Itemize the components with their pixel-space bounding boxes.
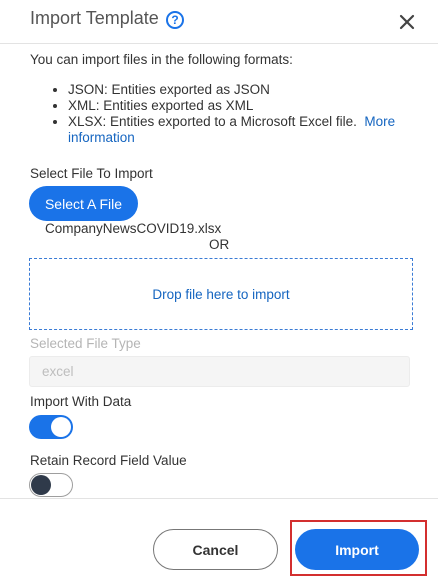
cancel-button[interactable]: Cancel — [153, 529, 278, 570]
toggle-knob — [31, 475, 51, 495]
file-type-label: Selected File Type — [30, 336, 141, 351]
dialog-header: Import Template ? — [0, 0, 438, 44]
footer-divider — [0, 498, 438, 499]
format-xlsx: XLSX: Entities exported to a Microsoft E… — [68, 114, 424, 146]
file-dropzone[interactable]: Drop file here to import — [29, 258, 413, 330]
close-icon[interactable] — [397, 12, 417, 32]
retain-record-toggle[interactable] — [29, 473, 73, 497]
select-file-button[interactable]: Select A File — [29, 186, 138, 221]
import-with-data-label: Import With Data — [30, 394, 132, 409]
question-circle-icon[interactable]: ? — [166, 11, 184, 29]
toggle-knob — [51, 417, 71, 437]
dialog-title: Import Template — [30, 8, 159, 28]
format-list: JSON: Entities exported as JSON XML: Ent… — [54, 82, 424, 146]
format-xml: XML: Entities exported as XML — [68, 98, 424, 114]
dropzone-text: Drop file here to import — [152, 286, 290, 302]
import-button[interactable]: Import — [295, 529, 419, 570]
file-type-field: excel — [29, 356, 410, 387]
import-with-data-toggle[interactable] — [29, 415, 73, 439]
or-separator: OR — [209, 237, 230, 252]
intro-text: You can import files in the following fo… — [30, 52, 293, 67]
select-file-label: Select File To Import — [30, 166, 153, 181]
selected-file-name: CompanyNewsCOVID19.xlsx — [45, 221, 222, 236]
format-json: JSON: Entities exported as JSON — [68, 82, 424, 98]
retain-record-label: Retain Record Field Value — [30, 453, 187, 468]
